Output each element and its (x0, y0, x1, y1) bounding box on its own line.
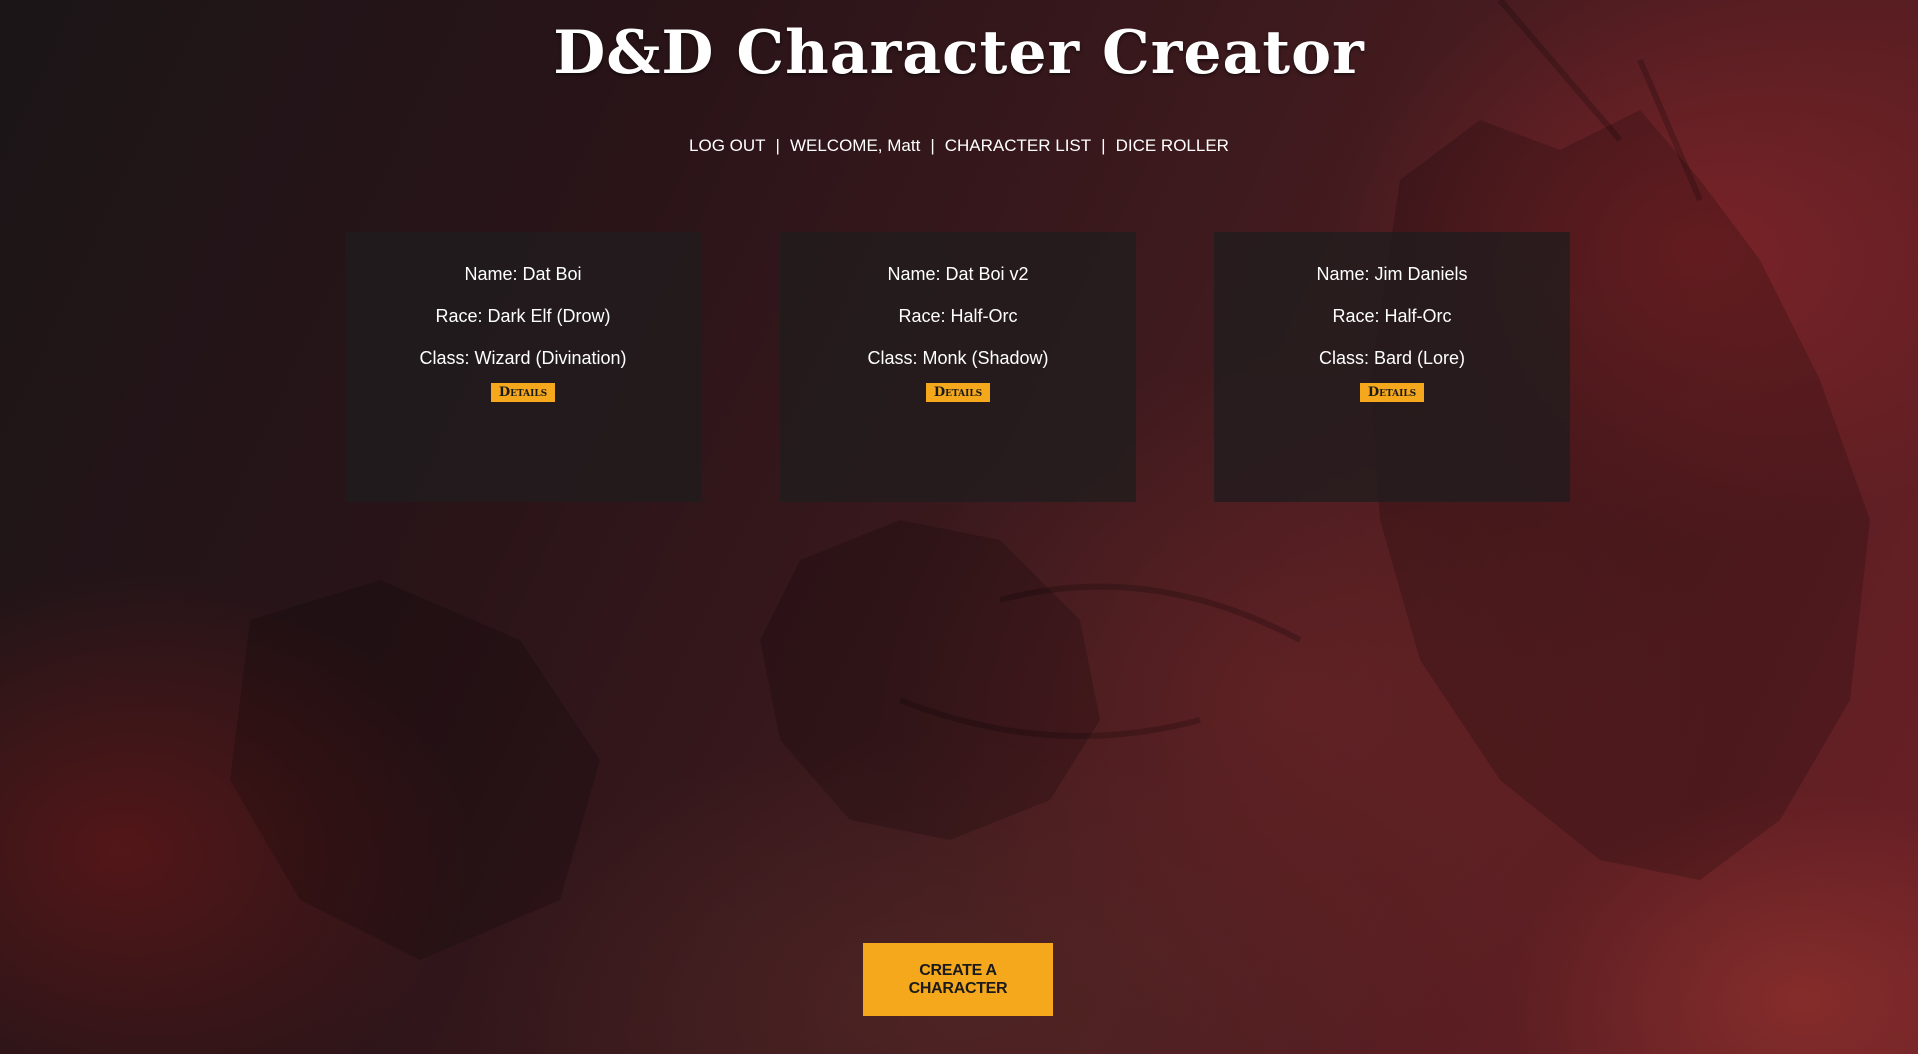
character-race: Race: Half-Orc (1332, 306, 1452, 326)
character-race: Race: Dark Elf (Drow) (435, 306, 611, 326)
dragon-background-art (230, 0, 1870, 960)
nav-separator: | (930, 136, 935, 155)
character-card: Name: Jim Daniels Race: Half-Orc Class: … (1214, 232, 1570, 502)
character-card: Name: Dat Boi v2 Race: Half-Orc Class: M… (780, 232, 1136, 502)
create-character-button[interactable]: Create a Character (863, 943, 1053, 1016)
character-name: Name: Jim Daniels (1316, 264, 1468, 284)
main-nav: LOG OUT | WELCOME, Matt | CHARACTER LIST | DIC… (0, 136, 1918, 156)
character-list-link[interactable]: CHARACTER LIST (945, 136, 1091, 155)
details-button[interactable]: Details (925, 383, 991, 402)
character-class: Class: Monk (Shadow) (867, 348, 1049, 368)
dice-roller-link[interactable]: DICE ROLLER (1116, 136, 1229, 155)
page-title: D&D Character Creator (553, 18, 1365, 88)
details-button[interactable]: Details (1359, 383, 1425, 402)
nav-separator: | (775, 136, 780, 155)
character-name: Name: Dat Boi (464, 264, 582, 284)
nav-separator: | (1101, 136, 1106, 155)
character-class: Class: Wizard (Divination) (419, 348, 627, 368)
logout-link[interactable]: LOG OUT (689, 136, 766, 155)
details-button[interactable]: Details (490, 383, 556, 402)
character-name: Name: Dat Boi v2 (887, 264, 1029, 284)
welcome-text: WELCOME, Matt (789, 136, 921, 155)
character-race: Race: Half-Orc (898, 306, 1018, 326)
character-card: Name: Dat Boi Race: Dark Elf (Drow) Clas… (345, 232, 701, 502)
character-class: Class: Bard (Lore) (1318, 348, 1466, 368)
